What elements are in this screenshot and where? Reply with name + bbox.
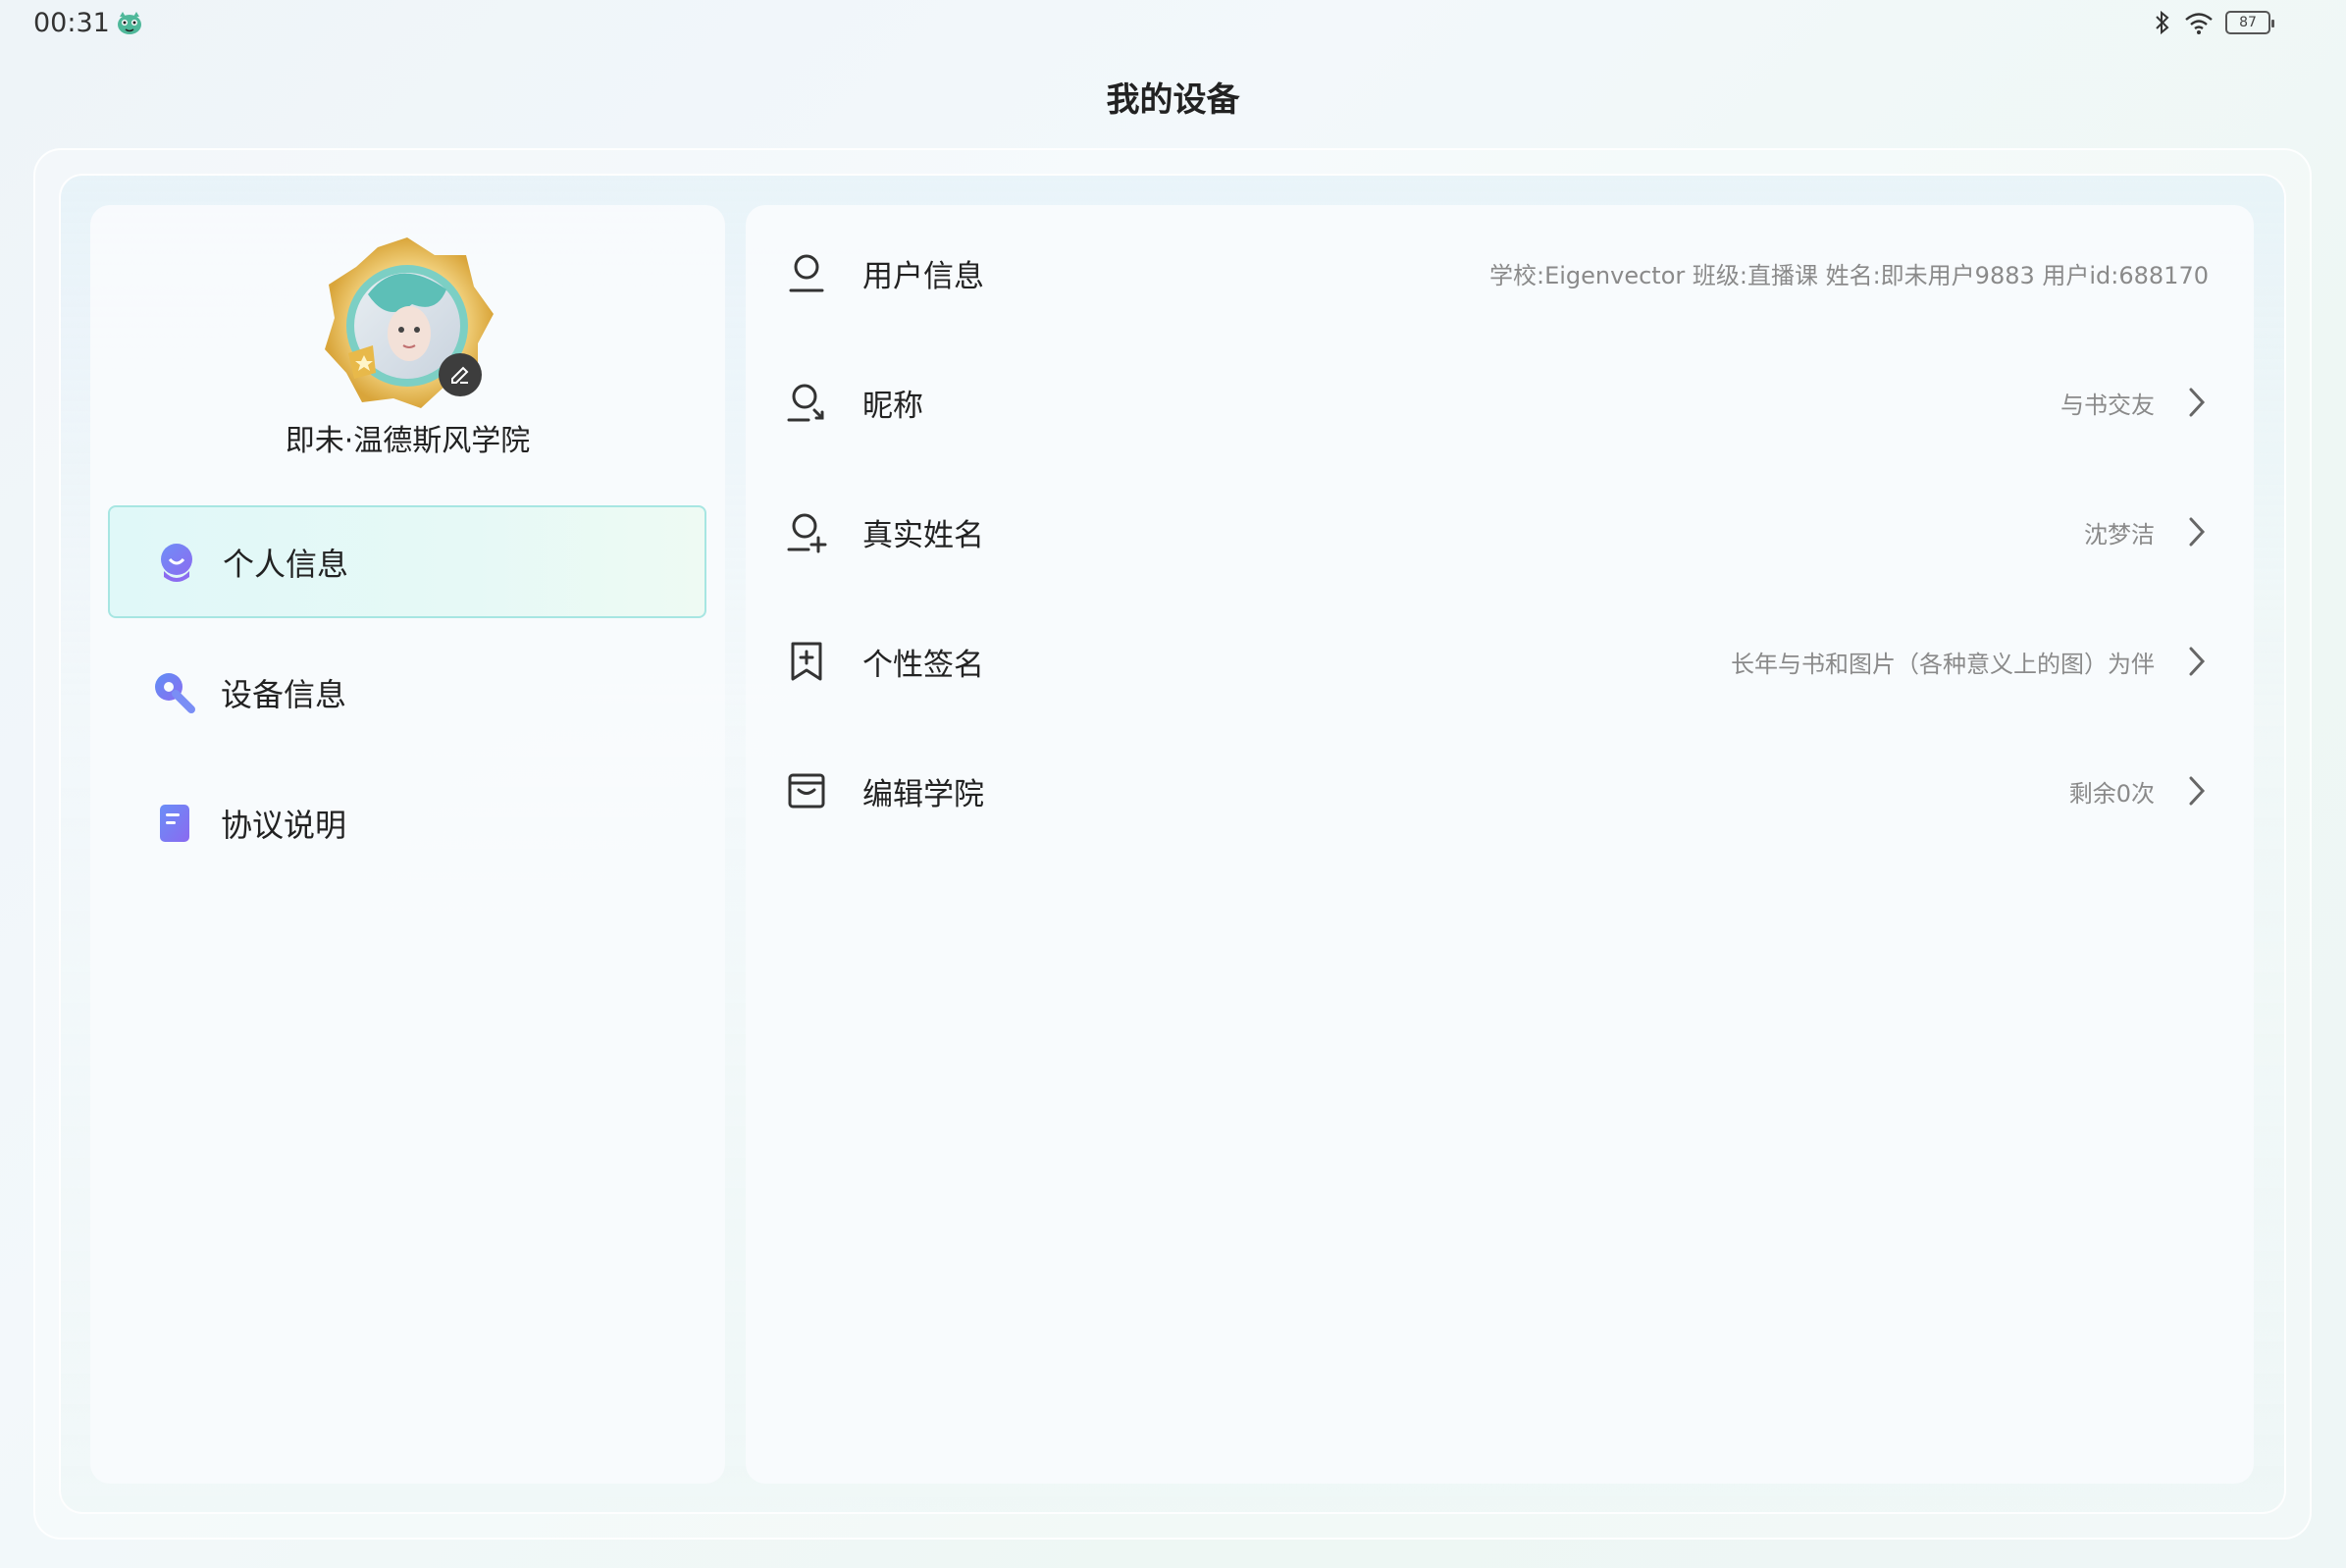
row-label: 真实姓名: [862, 517, 984, 553]
row-value: 学校:Eigenvector 班级:直播课 姓名:即未用户9883 用户id:6…: [1489, 261, 2209, 289]
sidebar-item-agreement[interactable]: 协议说明: [108, 766, 706, 879]
row-user-info: 用户信息 学校:Eigenvector 班级:直播课 姓名:即未用户9883 用…: [785, 234, 2217, 312]
sidebar-item-label: 协议说明: [221, 806, 347, 844]
battery-level: 87: [2239, 15, 2257, 30]
user-add-icon: [787, 513, 827, 553]
row-signature[interactable]: 个性签名 长年与书和图片（各种意义上的图）为伴: [785, 622, 2217, 701]
sidebar-item-device-info[interactable]: 设备信息: [108, 636, 706, 749]
edit-avatar-button[interactable]: [439, 353, 482, 396]
row-value: 与书交友: [2060, 391, 2155, 419]
row-label: 个性签名: [862, 647, 984, 683]
row-label: 昵称: [862, 388, 923, 424]
profile-name: 即未·温德斯风学院: [285, 424, 531, 458]
row-label: 用户信息: [862, 258, 984, 294]
wrench-icon: [155, 672, 195, 713]
pencil-icon: [451, 366, 469, 384]
chevron-right-icon: [2189, 517, 2206, 547]
sidebar-item-personal-info[interactable]: 个人信息: [108, 505, 706, 618]
chevron-right-icon: [2189, 388, 2206, 417]
user-icon: [789, 254, 824, 292]
college-icon: [788, 773, 825, 809]
status-bar: 00:31 87: [0, 0, 2346, 49]
page-title: 我的设备: [1106, 80, 1240, 120]
row-nickname[interactable]: 昵称 与书交友: [785, 363, 2217, 442]
row-edit-college[interactable]: 编辑学院 剩余0次: [785, 752, 2217, 830]
sidebar-item-label: 个人信息: [223, 545, 349, 583]
chevron-right-icon: [2189, 647, 2206, 676]
bluetooth-icon: [2156, 10, 2169, 35]
row-label: 编辑学院: [862, 776, 984, 812]
bookmark-plus-icon: [791, 642, 822, 681]
chevron-right-icon: [2189, 776, 2206, 806]
status-icons: 87: [2153, 10, 2274, 35]
app-mascot-icon: [118, 12, 141, 34]
row-value: 长年与书和图片（各种意义上的图）为伴: [1731, 650, 2155, 678]
row-value: 沈梦洁: [2084, 520, 2155, 549]
status-time: 00:31: [33, 8, 110, 38]
battery-icon: 87: [2225, 11, 2274, 34]
sidebar-item-label: 设备信息: [221, 675, 347, 713]
wifi-icon: [2185, 13, 2213, 34]
row-value: 剩余0次: [2068, 779, 2155, 808]
document-icon: [160, 804, 189, 842]
row-real-name[interactable]: 真实姓名 沈梦洁: [785, 493, 2217, 571]
person-chat-icon: [161, 543, 192, 582]
user-edit-icon: [787, 384, 824, 422]
